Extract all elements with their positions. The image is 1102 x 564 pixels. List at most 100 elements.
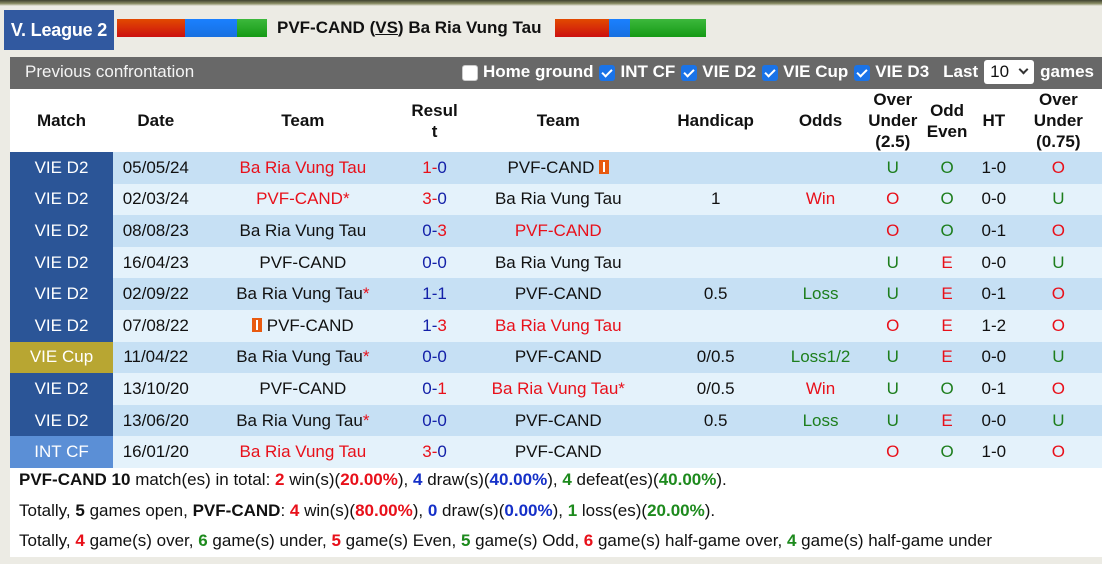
away-team-cell[interactable]: Ba Ria Vung Tau*: [462, 373, 655, 405]
league-badge[interactable]: V. League 2: [4, 10, 114, 50]
away-team-name[interactable]: PVF-CAND: [507, 158, 594, 177]
league-cell[interactable]: VIE D2: [10, 373, 113, 405]
home-team-cell[interactable]: PVF-CAND: [198, 373, 408, 405]
table-row[interactable]: VIE D2 08/08/23 Ba Ria Vung Tau 0-3 PVF-CAND…: [10, 215, 1102, 247]
home-team-cell[interactable]: PVF-CAND*: [198, 183, 408, 216]
result-cell[interactable]: 0-3: [407, 215, 462, 247]
result-cell[interactable]: 0-1: [407, 373, 462, 405]
away-team-name[interactable]: PVF-CAND: [515, 284, 602, 303]
home-team-cell[interactable]: PVF-CAND: [198, 246, 408, 279]
home-team-cell[interactable]: PVF-CAND: [198, 309, 408, 342]
league-cell[interactable]: VIE D2: [10, 183, 113, 216]
away-team-name[interactable]: Ba Ria Vung Tau: [495, 253, 622, 272]
away-team-name[interactable]: Ba Ria Vung Tau: [492, 379, 619, 398]
vie-d2-label[interactable]: VIE D2: [702, 62, 756, 82]
home-team-name[interactable]: PVF-CAND: [277, 18, 365, 37]
away-team-name[interactable]: Ba Ria Vung Tau: [495, 189, 622, 208]
home-team-name[interactable]: Ba Ria Vung Tau: [240, 158, 367, 177]
away-team-cell[interactable]: Ba Ria Vung Tau: [462, 309, 655, 342]
league-cell[interactable]: VIE D2: [10, 215, 113, 247]
league-cell[interactable]: INT CF: [10, 436, 113, 468]
league-label: VIE D2: [34, 315, 89, 335]
away-score: 0: [437, 189, 447, 209]
summary-value: 40.00%: [658, 470, 717, 489]
home-team-cell[interactable]: Ba Ria Vung Tau: [198, 215, 408, 247]
away-team-name[interactable]: PVF-CAND: [515, 347, 602, 366]
away-team-cell[interactable]: PVF-CAND: [462, 341, 655, 374]
table-row[interactable]: VIE D2 02/03/24 PVF-CAND* 3-0 Ba Ria Vung Ta…: [10, 183, 1102, 216]
home-team-name[interactable]: PVF-CAND: [259, 253, 346, 272]
away-team-name[interactable]: PVF-CAND: [515, 442, 602, 461]
away-team-cell[interactable]: PVF-CAND: [462, 404, 655, 437]
away-team-cell[interactable]: PVF-CAND: [462, 215, 655, 247]
table-row[interactable]: VIE D2 13/06/20 Ba Ria Vung Tau* 0-0 PVF-CAN…: [10, 404, 1102, 437]
vie-cup-label[interactable]: VIE Cup: [783, 62, 848, 82]
away-team-name[interactable]: Ba Ria Vung Tau: [495, 316, 622, 335]
vie-d2-checkbox[interactable]: [681, 65, 698, 81]
league-cell[interactable]: VIE D2: [10, 152, 113, 184]
away-team-cell[interactable]: PVF-CAND: [462, 278, 655, 310]
home-ground-checkbox[interactable]: [461, 65, 478, 81]
half-time-cell: 1-0: [972, 152, 1015, 184]
result-cell[interactable]: 0-0: [407, 246, 462, 279]
away-team-name[interactable]: PVF-CAND: [515, 411, 602, 430]
home-team-name[interactable]: Ba Ria Vung Tau: [240, 442, 367, 461]
home-team-cell[interactable]: Ba Ria Vung Tau*: [198, 278, 408, 310]
table-row[interactable]: INT CF 16/01/20 Ba Ria Vung Tau 3-0 PVF-CAND…: [10, 436, 1102, 468]
odds-result-cell: [776, 309, 865, 342]
home-team-cell[interactable]: Ba Ria Vung Tau: [198, 436, 408, 468]
result-cell[interactable]: 1-1: [407, 278, 462, 310]
home-team-name[interactable]: Ba Ria Vung Tau: [240, 221, 367, 240]
neutral-star-icon: *: [342, 189, 350, 209]
home-team-cell[interactable]: Ba Ria Vung Tau*: [198, 341, 408, 374]
header-date-line: Date: [137, 111, 175, 130]
header-ht: HT: [972, 89, 1015, 152]
table-row[interactable]: VIE D2 05/05/24 Ba Ria Vung Tau 1-0 PVF-CAND…: [10, 152, 1102, 184]
home-team-cell[interactable]: Ba Ria Vung Tau*: [198, 404, 408, 437]
int-cf-label[interactable]: INT CF: [620, 62, 675, 82]
home-team-name[interactable]: Ba Ria Vung Tau: [236, 284, 363, 303]
league-cell[interactable]: VIE Cup: [10, 341, 113, 374]
home-team-name[interactable]: PVF-CAND: [259, 379, 346, 398]
away-team-color-bar: [555, 19, 706, 37]
vs-link[interactable]: VS: [375, 18, 398, 37]
summary-text: game(s) half-game over,: [593, 531, 787, 550]
league-cell[interactable]: VIE D2: [10, 309, 113, 342]
league-label: VIE D2: [34, 284, 89, 304]
league-cell[interactable]: VIE D2: [10, 404, 113, 437]
home-team-name[interactable]: PVF-CAND: [267, 316, 354, 335]
table-row[interactable]: VIE D2 07/08/22 PVF-CAND 1-3 Ba Ria Vung Ta…: [10, 309, 1102, 342]
result-cell[interactable]: 1-3: [407, 309, 462, 342]
result-cell[interactable]: 0-0: [407, 404, 462, 437]
league-cell[interactable]: VIE D2: [10, 278, 113, 310]
header-odds: Odds: [776, 89, 865, 152]
home-ground-label[interactable]: Home ground: [483, 62, 594, 82]
vie-d3-label[interactable]: VIE D3: [875, 62, 929, 82]
home-team-cell[interactable]: Ba Ria Vung Tau: [198, 152, 408, 184]
vie-cup-checkbox[interactable]: [762, 65, 779, 81]
header-team-home: Team: [198, 89, 408, 152]
away-team-cell[interactable]: Ba Ria Vung Tau: [462, 246, 655, 279]
away-team-name[interactable]: PVF-CAND: [515, 221, 602, 240]
summary-value: 4: [562, 470, 572, 489]
away-team-cell[interactable]: PVF-CAND: [462, 436, 655, 468]
result-cell[interactable]: 1-0: [407, 152, 462, 184]
table-row[interactable]: VIE D2 02/09/22 Ba Ria Vung Tau* 1-1 PVF-CAN…: [10, 278, 1102, 310]
home-team-name[interactable]: PVF-CAND: [256, 189, 343, 208]
result-cell[interactable]: 3-0: [407, 183, 462, 216]
result-cell[interactable]: 3-0: [407, 436, 462, 468]
away-team-cell[interactable]: PVF-CAND: [462, 152, 655, 184]
away-team-name[interactable]: Ba Ria Vung Tau: [408, 18, 541, 37]
table-row[interactable]: VIE D2 16/04/23 PVF-CAND 0-0 Ba Ria Vung Tau…: [10, 246, 1102, 279]
vie-d3-checkbox[interactable]: [854, 65, 871, 81]
away-team-cell[interactable]: Ba Ria Vung Tau: [462, 183, 655, 216]
result-cell[interactable]: 0-0: [407, 341, 462, 374]
home-team-name[interactable]: Ba Ria Vung Tau: [236, 347, 363, 366]
table-row[interactable]: VIE Cup 11/04/22 Ba Ria Vung Tau* 0-0 PVF-CA…: [10, 341, 1102, 374]
int-cf-checkbox[interactable]: [599, 65, 616, 81]
league-cell[interactable]: VIE D2: [10, 246, 113, 279]
table-row[interactable]: VIE D2 13/10/20 PVF-CAND 0-1 Ba Ria Vung Tau…: [10, 373, 1102, 405]
last-games-select[interactable]: 10: [984, 60, 1035, 84]
summary-results-line: PVF-CAND 10 match(es) in total: 2 win(s)…: [10, 465, 1102, 496]
home-team-name[interactable]: Ba Ria Vung Tau: [236, 411, 363, 430]
